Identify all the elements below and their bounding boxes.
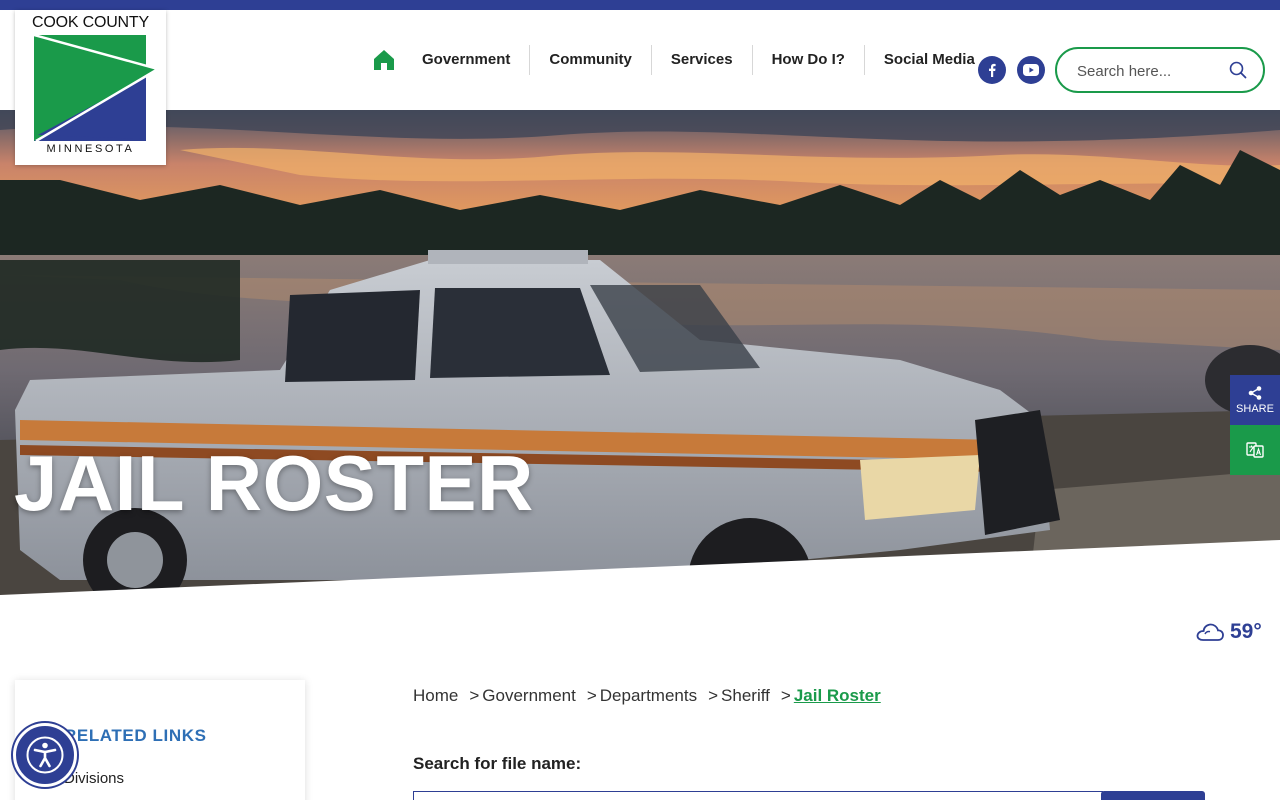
breadcrumb-separator: > xyxy=(780,686,791,705)
youtube-icon[interactable] xyxy=(1017,56,1045,84)
weather-widget[interactable]: 59° xyxy=(1196,619,1262,645)
breadcrumb-sheriff[interactable]: Sheriff xyxy=(721,686,770,706)
logo-text-bottom: MINNESOTA xyxy=(46,143,135,155)
file-name-input[interactable] xyxy=(413,791,1103,800)
sidebar-item-divisions[interactable]: Divisions xyxy=(64,770,124,787)
breadcrumb-separator: > xyxy=(708,686,719,705)
nav-services[interactable]: Services xyxy=(650,45,752,75)
floating-tools: SHARE xyxy=(1230,375,1280,475)
breadcrumb-departments[interactable]: Departments xyxy=(600,686,697,706)
accessibility-icon xyxy=(26,736,64,774)
share-button[interactable]: SHARE xyxy=(1230,375,1280,425)
site-header: Government Community Services How Do I? … xyxy=(0,10,1280,110)
county-logo[interactable]: COOK COUNTY MINNESOTA xyxy=(15,10,166,165)
share-label: SHARE xyxy=(1236,402,1274,415)
main-nav: Government Community Services How Do I? … xyxy=(370,45,994,75)
breadcrumb-separator: > xyxy=(469,686,480,705)
breadcrumb-current[interactable]: Jail Roster xyxy=(794,686,881,706)
search-input[interactable] xyxy=(1077,60,1227,82)
facebook-icon[interactable] xyxy=(978,56,1006,84)
file-search-label: Search for file name: xyxy=(413,754,582,773)
accessibility-button[interactable] xyxy=(13,723,77,787)
logo-mark xyxy=(34,35,158,143)
cloud-icon xyxy=(1196,623,1224,641)
page-title: JAIL ROSTER xyxy=(14,439,534,527)
nav-government[interactable]: Government xyxy=(412,45,529,75)
hero-banner: JAIL ROSTER xyxy=(0,110,1280,622)
breadcrumb-government[interactable]: Government xyxy=(482,686,576,706)
logo-text-top: COOK COUNTY xyxy=(32,14,149,31)
share-icon xyxy=(1248,385,1262,400)
home-icon[interactable] xyxy=(370,46,398,74)
top-accent-stripe xyxy=(0,0,1280,10)
nav-how-do-i[interactable]: How Do I? xyxy=(751,45,864,75)
breadcrumb-home[interactable]: Home xyxy=(413,686,458,706)
breadcrumb-separator: > xyxy=(586,686,597,705)
breadcrumb: Home > Government > Departments > Sherif… xyxy=(413,686,881,706)
related-links-heading: RELATED LINKS xyxy=(64,726,207,745)
file-search-button[interactable] xyxy=(1101,791,1205,800)
nav-community[interactable]: Community xyxy=(529,45,651,75)
weather-temperature: 59° xyxy=(1230,620,1262,643)
site-search xyxy=(1055,47,1265,93)
nav-social-media[interactable]: Social Media xyxy=(863,45,994,75)
search-icon[interactable] xyxy=(1229,61,1247,84)
translate-button[interactable] xyxy=(1230,425,1280,475)
translate-icon xyxy=(1246,442,1264,458)
hero-photo xyxy=(0,110,1280,622)
